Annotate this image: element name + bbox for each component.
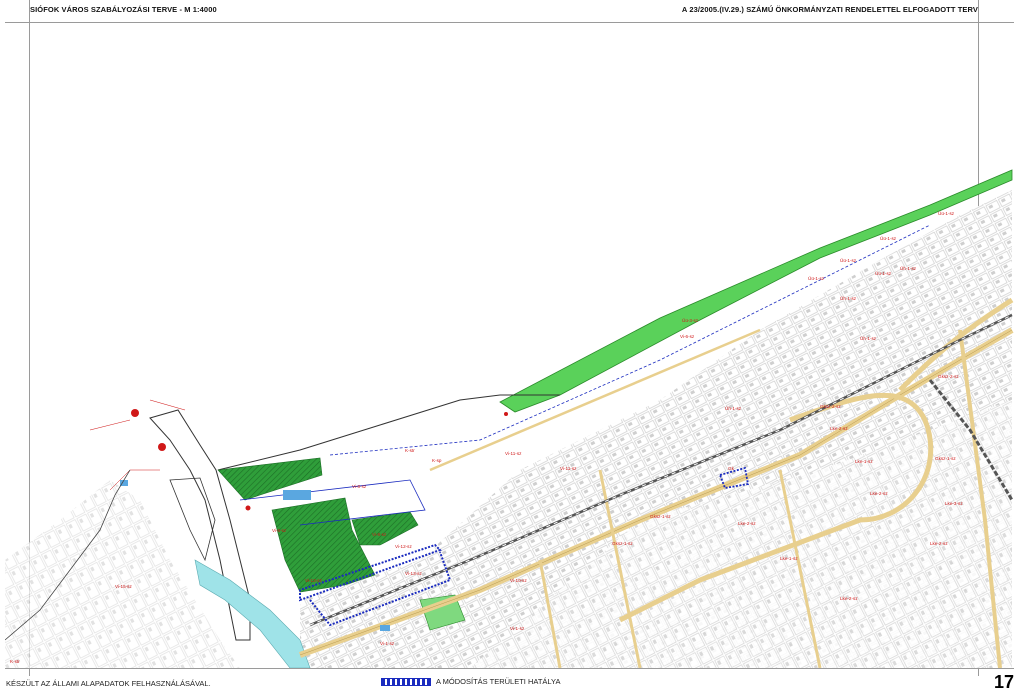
zone-label: K-sp (432, 458, 442, 463)
zone-label: Gksz-1-sz (612, 541, 633, 546)
zone-label: Üü-3-sz (682, 317, 699, 323)
zone-label: K-str (10, 659, 20, 664)
zone-label: Gksz-2-sz (820, 404, 841, 409)
park-green-area[interactable] (351, 511, 419, 546)
zone-label: Vi-10-sz (510, 578, 527, 583)
zone-label: K-str (405, 448, 415, 453)
zoning-map[interactable]: Üü-1-sz Üü-1-sz Üü-1-sz Üü-1-sz Üü-1-sz … (0, 0, 1024, 696)
zone-label: Vi-13-sz (405, 571, 422, 576)
zone-label: Lke-2-sz (930, 541, 948, 546)
map-legend: A MÓDOSÍTÁS TERÜLETI HATÁLYA (381, 677, 560, 686)
zone-label: Vi-1-sz (380, 641, 395, 646)
zone-label: Üü-1-sz (840, 257, 857, 263)
zone-label: Üü-1-sz (808, 275, 825, 281)
zone-label: Gk (728, 466, 735, 471)
page-number: 17 (993, 672, 1014, 692)
zone-label: Lke-3-sz (945, 501, 963, 506)
zone-label: Vi-6-sz (680, 334, 695, 339)
zone-label: Lke-1-sz (780, 556, 798, 561)
zone-label: Gksz-1-sz (650, 514, 671, 519)
zone-label: Vi-11-sz (560, 466, 577, 471)
zone-label: Lke-2-sz (738, 521, 756, 526)
zone-label: Lke-2-sz (830, 426, 848, 431)
amendment-boundary-swatch (381, 677, 431, 686)
zone-label: Üh-1-sz (840, 295, 857, 301)
map-marker[interactable] (158, 443, 166, 451)
zone-label: Üh-1-sz (900, 265, 917, 271)
zone-label: Üü-1-sz (880, 235, 897, 241)
legend-label: A MÓDOSÍTÁS TERÜLETI HATÁLYA (436, 677, 561, 686)
zone-label: Vi-11-sz (505, 451, 522, 456)
zone-label: Lke-1-sz (855, 459, 873, 464)
zone-label: Vi-8-sz (372, 532, 387, 537)
zone-label: Lke-2-sz (870, 491, 888, 496)
zone-label: Vi-8-sz (352, 484, 367, 489)
zone-label: Gksz-2-sz (938, 374, 959, 379)
zone-label: Vi-1-sz (510, 626, 525, 631)
zone-label: Üü-1-sz (938, 210, 955, 216)
zone-label: Vi-15-sz (115, 584, 132, 589)
map-marker[interactable] (131, 409, 139, 417)
building-blue (283, 490, 311, 500)
zone-label: Vi-12-sz (395, 544, 412, 549)
zone-label: Üü-1-sz (875, 270, 892, 276)
zone-label: Vi-6-sz (272, 528, 287, 533)
zone-label: Gksz-1-sz (935, 456, 956, 461)
footer-source-note: KÉSZÜLT AZ ÁLLAMI ALAPADATOK FELHASZNÁLÁ… (6, 679, 211, 688)
map-marker[interactable] (504, 412, 508, 416)
zone-label: Lke-2-sz (840, 596, 858, 601)
zone-label: Vi-13-sz (305, 578, 322, 583)
map-marker[interactable] (245, 505, 251, 511)
building-blue (380, 625, 390, 631)
zone-label: Üh-1-sz (860, 335, 877, 341)
zone-label: Üh-1-sz (725, 405, 742, 411)
